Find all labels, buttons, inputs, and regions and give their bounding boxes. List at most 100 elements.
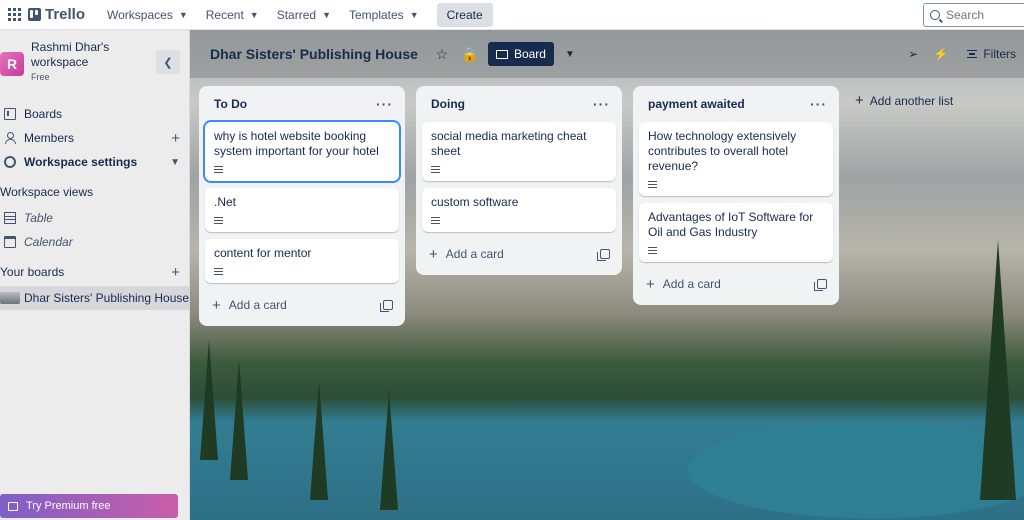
add-card-button[interactable]: + Add a card [646, 276, 721, 293]
search-input[interactable] [946, 8, 1024, 22]
member-icon [4, 132, 16, 144]
try-premium-button[interactable]: Try Premium free [0, 494, 178, 518]
workspace-avatar[interactable]: R [0, 52, 24, 76]
card-title: content for mentor [214, 246, 312, 260]
board-view-icon [495, 49, 508, 59]
filters-label: Filters [983, 47, 1016, 61]
card[interactable]: Advantages of IoT Software for Oil and G… [639, 203, 833, 262]
board-title[interactable]: Dhar Sisters' Publishing House [210, 46, 418, 62]
add-card-button[interactable]: + Add a card [429, 246, 504, 263]
list-title[interactable]: To Do [214, 97, 247, 111]
workspace-views-heading: Workspace views [0, 185, 94, 199]
plus-icon: + [646, 275, 655, 293]
card-title: social media marketing cheat sheet [431, 129, 587, 158]
logo-text: Trello [45, 6, 86, 23]
app-switcher-icon[interactable] [4, 5, 24, 25]
add-list-label: Add another list [869, 93, 954, 108]
add-member-icon[interactable]: + [171, 130, 180, 147]
lock-icon[interactable]: 🔒 [458, 42, 482, 66]
sidebar-board-item[interactable]: Dhar Sisters' Publishing House [0, 286, 190, 310]
sidebar-item-label: Calendar [24, 235, 73, 249]
chevron-left-icon: ❮ [163, 56, 173, 69]
plus-icon: + [429, 245, 438, 263]
search-box[interactable] [923, 3, 1024, 27]
background-tree [230, 360, 248, 480]
collapse-sidebar-button[interactable]: ❮ [156, 50, 180, 74]
board-thumbnail [0, 292, 20, 304]
rocket-icon[interactable]: ➢ [901, 42, 925, 66]
description-icon [214, 268, 223, 275]
gear-icon [4, 156, 16, 168]
list-doing: Doing ··· social media marketing cheat s… [416, 86, 622, 275]
list-title[interactable]: Doing [431, 97, 465, 111]
add-list-button[interactable]: + Add another list [855, 92, 953, 109]
list-title[interactable]: payment awaited [648, 97, 745, 111]
list-menu-icon[interactable]: ··· [593, 96, 610, 112]
nav-workspaces[interactable]: Workspaces ▼ [99, 3, 196, 27]
list-payment-awaited: payment awaited ··· How technology exten… [633, 86, 839, 305]
add-card-button[interactable]: + Add a card [212, 297, 287, 314]
nav-recent[interactable]: Recent ▼ [198, 3, 267, 27]
description-icon [648, 181, 657, 188]
gift-icon [8, 501, 18, 511]
background-tree [310, 380, 328, 500]
list-menu-icon[interactable]: ··· [376, 96, 393, 112]
search-icon [930, 10, 940, 20]
description-icon [214, 217, 223, 224]
create-button[interactable]: Create [436, 2, 493, 27]
chevron-down-icon: ▼ [178, 9, 188, 20]
nav-workspaces-label: Workspaces [107, 7, 173, 22]
sidebar-item-settings[interactable]: Workspace settings ▼ [0, 150, 190, 174]
sidebar-item-label: Table [24, 211, 53, 225]
add-board-icon[interactable]: + [171, 264, 180, 281]
chevron-down-icon: ▼ [409, 9, 419, 20]
filters-button[interactable]: Filters [967, 47, 1016, 61]
filter-icon [967, 50, 978, 58]
card[interactable]: .Net [205, 188, 399, 232]
plus-icon: + [855, 92, 864, 109]
sidebar-item-table[interactable]: Table [0, 206, 190, 230]
card[interactable]: How technology extensively contributes t… [639, 122, 833, 196]
star-icon[interactable]: ☆ [430, 42, 454, 66]
trello-logo[interactable]: Trello [28, 6, 85, 23]
list-menu-icon[interactable]: ··· [810, 96, 827, 112]
sidebar-item-calendar[interactable]: Calendar [0, 230, 190, 254]
chevron-down-icon: ▼ [322, 9, 331, 20]
add-card-label: Add a card [445, 247, 504, 261]
nav-starred-label: Starred [276, 7, 317, 22]
card-template-icon[interactable] [597, 249, 610, 261]
card[interactable]: content for mentor [205, 239, 399, 283]
board-view-button[interactable]: Board [487, 42, 554, 66]
sidebar-item-members[interactable]: Members + [0, 126, 190, 150]
workspace-name: Rashmi Dhar's workspace [31, 40, 110, 69]
card-title: .Net [214, 195, 237, 209]
chevron-down-icon[interactable]: ▼ [558, 42, 582, 66]
table-icon [4, 212, 16, 224]
card[interactable]: custom software [422, 188, 616, 232]
board-icon [4, 108, 16, 120]
plus-icon: + [212, 296, 221, 314]
card-template-icon[interactable] [814, 279, 827, 291]
background-tree [980, 240, 1016, 500]
sidebar-item-label: Members [24, 131, 75, 145]
sidebar-item-boards[interactable]: Boards [0, 102, 190, 126]
card-title: Advantages of IoT Software for Oil and G… [648, 210, 814, 239]
description-icon [431, 166, 440, 173]
card-template-icon[interactable] [380, 300, 393, 312]
background-tree [200, 340, 218, 460]
card[interactable]: why is hotel website booking system impo… [205, 122, 399, 181]
nav-starred[interactable]: Starred ▼ [269, 3, 339, 27]
card-title: why is hotel website booking system impo… [214, 129, 379, 158]
board-canvas: Dhar Sisters' Publishing House ☆ 🔒 Board… [190, 30, 1024, 520]
nav-templates[interactable]: Templates ▼ [341, 3, 427, 27]
your-boards-header: Your boards + [0, 260, 190, 284]
chevron-down-icon: ▼ [170, 156, 180, 168]
add-card-label: Add a card [662, 277, 721, 291]
card-title: custom software [431, 195, 519, 209]
description-icon [214, 166, 223, 173]
card[interactable]: social media marketing cheat sheet [422, 122, 616, 181]
nav-templates-label: Templates [348, 7, 404, 22]
description-icon [431, 217, 440, 224]
automation-icon[interactable]: ⚡ [929, 42, 953, 66]
card-title: How technology extensively contributes t… [648, 129, 797, 173]
